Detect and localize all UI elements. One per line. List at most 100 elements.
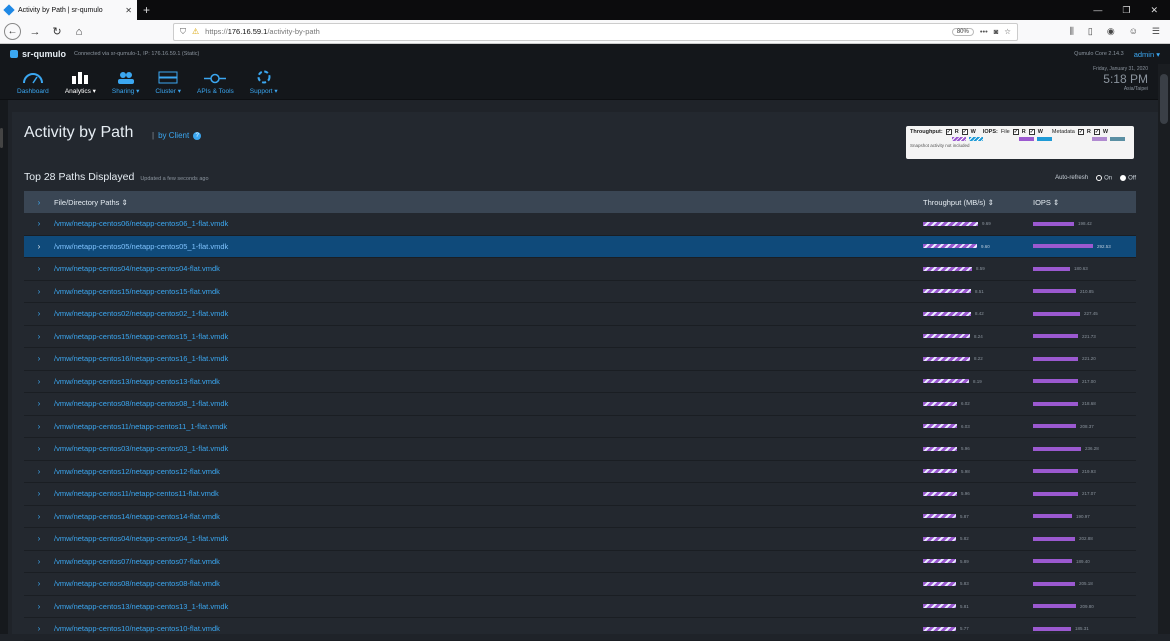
table-row[interactable]: ›/vmw/netapp-centos14/netapp-centos14-fl… [24, 506, 1136, 528]
table-row[interactable]: ›/vmw/netapp-centos13/netapp-centos13-fl… [24, 371, 1136, 393]
table-row[interactable]: ›/vmw/netapp-centos15/netapp-centos15-fl… [24, 281, 1136, 303]
nav-cluster[interactable]: Cluster ▾ [155, 70, 181, 99]
path-link[interactable]: /vmw/netapp-centos04/netapp-centos04-fla… [54, 264, 923, 273]
expand-row-icon[interactable]: › [24, 264, 54, 273]
page-scrollbar[interactable] [1158, 64, 1170, 634]
menu-icon[interactable]: ☰ [1152, 26, 1160, 37]
table-row[interactable]: ›/vmw/netapp-centos07/netapp-centos07-fl… [24, 551, 1136, 573]
header-iops[interactable]: IOPS ⇕ [1033, 198, 1059, 207]
page-actions-icon[interactable]: ••• [980, 27, 988, 36]
path-link[interactable]: /vmw/netapp-centos15/netapp-centos15-fla… [54, 287, 923, 296]
expand-row-icon[interactable]: › [24, 377, 54, 386]
zoom-badge[interactable]: 80% [951, 27, 974, 36]
file-read-checkbox[interactable]: ✓ [1012, 129, 1019, 135]
table-row[interactable]: ›/vmw/netapp-centos11/netapp-centos11_1-… [24, 416, 1136, 438]
forward-icon[interactable]: → [27, 26, 43, 38]
close-tab-icon[interactable]: ✕ [125, 6, 132, 15]
scrollbar-thumb[interactable] [1160, 74, 1168, 124]
path-link[interactable]: /vmw/netapp-centos02/netapp-centos02_1-f… [54, 309, 923, 318]
back-icon[interactable]: ← [4, 23, 21, 40]
expand-row-icon[interactable]: › [24, 399, 54, 408]
table-row[interactable]: ›/vmw/netapp-centos10/netapp-centos10-fl… [24, 618, 1136, 641]
table-row[interactable]: ›/vmw/netapp-centos04/netapp-centos04_1-… [24, 528, 1136, 551]
by-client-link[interactable]: by Client [158, 131, 189, 140]
expand-all-icon[interactable]: › [24, 198, 54, 207]
shield-icon[interactable]: ⛉ [180, 27, 186, 37]
home-icon[interactable]: ⌂ [71, 26, 87, 38]
expand-row-icon[interactable]: › [24, 287, 54, 296]
expand-row-icon[interactable]: › [24, 534, 54, 543]
expand-row-icon[interactable]: › [24, 489, 54, 498]
table-row[interactable]: ›/vmw/netapp-centos05/netapp-centos05_1-… [24, 235, 1136, 258]
reload-icon[interactable]: ↻ [49, 25, 65, 38]
browser-tab[interactable]: Activity by Path | sr-qumulo ✕ [0, 0, 137, 20]
lock-warning-icon[interactable]: ⚠ [192, 27, 199, 36]
throughput-write-checkbox[interactable]: ✓ [961, 129, 968, 135]
table-row[interactable]: ›/vmw/netapp-centos08/netapp-centos08_1-… [24, 393, 1136, 416]
auto-refresh-on[interactable]: On [1096, 175, 1112, 182]
path-link[interactable]: /vmw/netapp-centos12/netapp-centos12-fla… [54, 467, 923, 476]
table-row[interactable]: ›/vmw/netapp-centos12/netapp-centos12-fl… [24, 461, 1136, 483]
header-throughput[interactable]: Throughput (MB/s) ⇕ [923, 198, 1033, 207]
nav-apis-tools[interactable]: APIs & Tools [197, 71, 234, 99]
new-tab-icon[interactable]: + [143, 0, 150, 20]
expand-row-icon[interactable]: › [24, 309, 54, 318]
path-link[interactable]: /vmw/netapp-centos16/netapp-centos16_1-f… [54, 354, 923, 363]
file-write-checkbox[interactable]: ✓ [1028, 129, 1035, 135]
path-link[interactable]: /vmw/netapp-centos07/netapp-centos07-fla… [54, 557, 923, 566]
expand-row-icon[interactable]: › [24, 557, 54, 566]
path-link[interactable]: /vmw/netapp-centos03/netapp-centos03_1-f… [54, 444, 923, 453]
table-row[interactable]: ›/vmw/netapp-centos02/netapp-centos02_1-… [24, 303, 1136, 326]
radio-on-icon[interactable] [1096, 175, 1103, 181]
expand-row-icon[interactable]: › [24, 602, 54, 611]
user-menu[interactable]: admin ▾ [1134, 50, 1160, 59]
path-link[interactable]: /vmw/netapp-centos10/netapp-centos10-fla… [54, 624, 923, 633]
sidebar-toggle-icon[interactable]: ▯ [1088, 26, 1093, 37]
radio-off-icon[interactable] [1120, 175, 1127, 181]
path-link[interactable]: /vmw/netapp-centos06/netapp-centos06_1-f… [54, 219, 923, 228]
table-row[interactable]: ›/vmw/netapp-centos06/netapp-centos06_1-… [24, 213, 1136, 236]
table-row[interactable]: ›/vmw/netapp-centos08/netapp-centos08-fl… [24, 573, 1136, 596]
expand-row-icon[interactable]: › [24, 242, 54, 251]
path-link[interactable]: /vmw/netapp-centos11/netapp-centos11-fla… [54, 489, 923, 498]
table-row[interactable]: ›/vmw/netapp-centos13/netapp-centos13_1-… [24, 596, 1136, 618]
library-icon[interactable]: ⫼ [1070, 26, 1074, 37]
expand-row-icon[interactable]: › [24, 422, 54, 431]
metadata-write-checkbox[interactable]: ✓ [1093, 129, 1100, 135]
bookmark-star-icon[interactable]: ☆ [1004, 27, 1011, 36]
path-link[interactable]: /vmw/netapp-centos13/netapp-centos13_1-f… [54, 602, 923, 611]
expand-row-icon[interactable]: › [24, 624, 54, 633]
nav-support[interactable]: Support ▾ [250, 70, 278, 99]
throughput-read-checkbox[interactable]: ✓ [945, 129, 952, 135]
path-link[interactable]: /vmw/netapp-centos08/netapp-centos08-fla… [54, 579, 923, 588]
nav-dashboard[interactable]: Dashboard [17, 71, 49, 99]
account-icon[interactable]: ◉ [1107, 26, 1115, 37]
header-path[interactable]: File/Directory Paths ⇕ [54, 198, 923, 207]
auto-refresh-off[interactable]: Off [1120, 175, 1136, 182]
table-row[interactable]: ›/vmw/netapp-centos16/netapp-centos16_1-… [24, 348, 1136, 371]
help-icon[interactable]: ? [193, 131, 202, 140]
expand-row-icon[interactable]: › [24, 354, 54, 363]
nav-analytics[interactable]: Analytics ▾ [65, 70, 96, 99]
table-row[interactable]: ›/vmw/netapp-centos03/netapp-centos03_1-… [24, 438, 1136, 461]
path-link[interactable]: /vmw/netapp-centos14/netapp-centos14-fla… [54, 512, 923, 521]
close-window-icon[interactable]: ✕ [1150, 5, 1158, 16]
expand-row-icon[interactable]: › [24, 219, 54, 228]
extension-icon[interactable]: ☺ [1129, 26, 1138, 37]
expand-row-icon[interactable]: › [24, 332, 54, 341]
expand-row-icon[interactable]: › [24, 579, 54, 588]
path-link[interactable]: /vmw/netapp-centos04/netapp-centos04_1-f… [54, 534, 923, 543]
table-row[interactable]: ›/vmw/netapp-centos04/netapp-centos04-fl… [24, 258, 1136, 281]
table-row[interactable]: ›/vmw/netapp-centos11/netapp-centos11-fl… [24, 483, 1136, 506]
expand-row-icon[interactable]: › [24, 467, 54, 476]
path-link[interactable]: /vmw/netapp-centos08/netapp-centos08_1-f… [54, 399, 923, 408]
path-link[interactable]: /vmw/netapp-centos15/netapp-centos15_1-f… [54, 332, 923, 341]
table-row[interactable]: ›/vmw/netapp-centos15/netapp-centos15_1-… [24, 326, 1136, 348]
minimize-icon[interactable]: — [1093, 5, 1102, 15]
expand-row-icon[interactable]: › [24, 444, 54, 453]
side-rail-handle[interactable] [0, 128, 3, 148]
expand-row-icon[interactable]: › [24, 512, 54, 521]
path-link[interactable]: /vmw/netapp-centos13/netapp-centos13-fla… [54, 377, 923, 386]
pocket-icon[interactable]: ◙ [994, 27, 999, 36]
maximize-icon[interactable]: ❐ [1122, 5, 1130, 16]
